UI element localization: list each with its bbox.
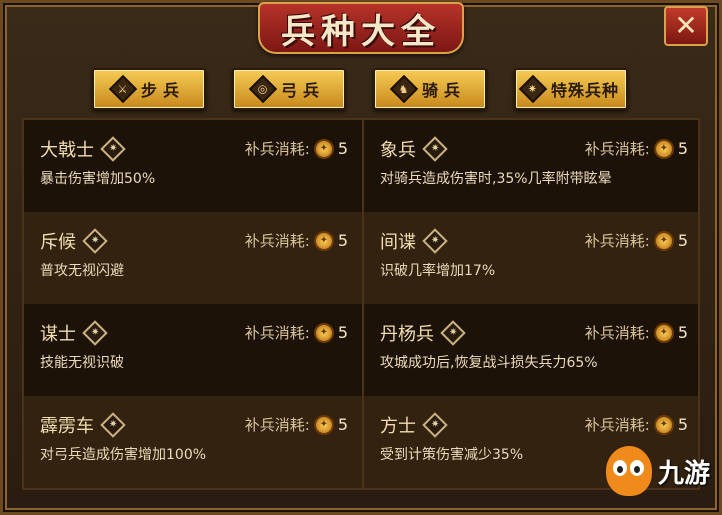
tab-label: 弓兵 xyxy=(280,81,325,100)
coin-icon: ✦ xyxy=(653,322,674,343)
star-badge-icon: ✷ xyxy=(440,320,466,346)
unit-name: 方士 xyxy=(380,416,416,437)
unit-card[interactable]: 丹杨兵 ✷ 补兵消耗: ✦ 5 攻城成功后,恢复战斗损失兵力65% xyxy=(364,304,700,396)
unit-desc: 暴击伤害增加50% xyxy=(40,171,156,187)
unit-card[interactable]: 霹雳车 ✷ 补兵消耗: ✦ 5 对弓兵造成伤害增加100% xyxy=(24,396,360,488)
tab-label: 骑兵 xyxy=(421,81,466,100)
coin-icon: ✦ xyxy=(653,230,674,251)
unit-cost: 补兵消耗: ✦ 5 xyxy=(585,414,688,435)
star-badge-icon: ✷ xyxy=(422,136,448,162)
tab-infantry[interactable]: ⚔ 步兵 xyxy=(92,68,206,110)
tab-label: 特殊兵种 xyxy=(550,81,619,100)
cost-label: 补兵消耗: xyxy=(584,416,650,434)
tab-archer[interactable]: ◎ 弓兵 xyxy=(232,68,346,110)
jiuyou-logo-icon: 九游 xyxy=(606,444,718,498)
sword-icon: ⚔ xyxy=(108,74,138,104)
unit-cost: 补兵消耗: ✦ 5 xyxy=(585,322,688,343)
unit-cost: 补兵消耗: ✦ 5 xyxy=(245,322,348,343)
unit-cost: 补兵消耗: ✦ 5 xyxy=(585,138,688,159)
cost-label: 补兵消耗: xyxy=(244,416,310,434)
unit-desc: 攻城成功后,恢复战斗损失兵力65% xyxy=(380,355,598,371)
column-divider xyxy=(362,120,364,488)
tab-cavalry[interactable]: ♞ 骑兵 xyxy=(373,68,487,110)
unit-name: 大戟士 xyxy=(40,140,94,161)
unit-list: 大戟士 ✷ 补兵消耗: ✦ 5 暴击伤害增加50% 象兵 ✷ 补兵消耗: ✦ 5 对骑兵造成… xyxy=(22,118,700,490)
coin-icon: ✦ xyxy=(313,138,334,159)
star-badge-icon: ✷ xyxy=(422,412,448,438)
unit-card[interactable]: 谋士 ✷ 补兵消耗: ✦ 5 技能无视识破 xyxy=(24,304,360,396)
star-badge-icon: ✷ xyxy=(100,136,126,162)
coin-icon: ✦ xyxy=(653,138,674,159)
cost-value: 5 xyxy=(337,139,348,158)
unit-card[interactable]: 斥候 ✷ 补兵消耗: ✦ 5 普攻无视闪避 xyxy=(24,212,360,304)
title-banner: 兵种大全 xyxy=(258,2,464,54)
list-row: 霹雳车 ✷ 补兵消耗: ✦ 5 对弓兵造成伤害增加100% 方士 ✷ 补兵消耗: ✦ 5 受… xyxy=(24,396,698,488)
unit-desc: 对骑兵造成伤害时,35%几率附带眩晕 xyxy=(380,171,612,187)
star-badge-icon: ✷ xyxy=(82,228,108,254)
unit-cost: 补兵消耗: ✦ 5 xyxy=(245,414,348,435)
cost-value: 5 xyxy=(337,231,348,250)
coin-icon: ✦ xyxy=(313,322,334,343)
cost-value: 5 xyxy=(337,323,348,342)
horse-icon: ♞ xyxy=(389,74,419,104)
list-row: 斥候 ✷ 补兵消耗: ✦ 5 普攻无视闪避 间谍 ✷ 补兵消耗: ✦ 5 识破几率增加17% xyxy=(24,212,698,304)
coin-icon: ✦ xyxy=(653,414,674,435)
star-badge-icon: ✷ xyxy=(422,228,448,254)
unit-desc: 对弓兵造成伤害增加100% xyxy=(40,447,207,463)
unit-cost: 补兵消耗: ✦ 5 xyxy=(245,230,348,251)
cost-value: 5 xyxy=(677,231,688,250)
coin-icon: ✦ xyxy=(313,414,334,435)
tab-bar: ⚔ 步兵 ◎ 弓兵 ♞ 骑兵 ✷ 特殊兵种 xyxy=(0,68,722,112)
cost-label: 补兵消耗: xyxy=(584,324,650,342)
list-row: 谋士 ✷ 补兵消耗: ✦ 5 技能无视识破 丹杨兵 ✷ 补兵消耗: ✦ 5 攻城成功后,恢复… xyxy=(24,304,698,396)
page-title: 兵种大全 xyxy=(281,11,441,52)
watermark-text: 九游 xyxy=(658,458,711,489)
star-icon: ✷ xyxy=(518,74,548,104)
list-row: 大戟士 ✷ 补兵消耗: ✦ 5 暴击伤害增加50% 象兵 ✷ 补兵消耗: ✦ 5 对骑兵造成… xyxy=(24,120,698,212)
coin-icon: ✦ xyxy=(313,230,334,251)
unit-desc: 普攻无视闪避 xyxy=(40,263,124,279)
unit-desc: 识破几率增加17% xyxy=(380,263,496,279)
mascot-icon xyxy=(606,446,652,496)
unit-name: 间谍 xyxy=(380,232,416,253)
unit-desc: 技能无视识破 xyxy=(40,355,124,371)
cost-label: 补兵消耗: xyxy=(244,140,310,158)
cost-value: 5 xyxy=(337,415,348,434)
unit-desc: 受到计策伤害减少35% xyxy=(380,447,524,463)
cost-label: 补兵消耗: xyxy=(584,140,650,158)
cost-value: 5 xyxy=(677,139,688,158)
unit-card[interactable]: 象兵 ✷ 补兵消耗: ✦ 5 对骑兵造成伤害时,35%几率附带眩晕 xyxy=(364,120,700,212)
unit-name: 象兵 xyxy=(380,140,416,161)
cost-label: 补兵消耗: xyxy=(584,232,650,250)
star-badge-icon: ✷ xyxy=(100,412,126,438)
unit-card[interactable]: 间谍 ✷ 补兵消耗: ✦ 5 识破几率增加17% xyxy=(364,212,700,304)
unit-name: 斥候 xyxy=(40,232,76,253)
bow-icon: ◎ xyxy=(248,74,278,104)
unit-name: 丹杨兵 xyxy=(380,324,434,345)
unit-cost: 补兵消耗: ✦ 5 xyxy=(245,138,348,159)
unit-name: 谋士 xyxy=(40,324,76,345)
close-button[interactable]: ✕ xyxy=(664,6,708,46)
unit-card[interactable]: 大戟士 ✷ 补兵消耗: ✦ 5 暴击伤害增加50% xyxy=(24,120,360,212)
unit-name: 霹雳车 xyxy=(40,416,94,437)
cost-value: 5 xyxy=(677,415,688,434)
star-badge-icon: ✷ xyxy=(82,320,108,346)
tab-label: 步兵 xyxy=(140,81,185,100)
cost-label: 补兵消耗: xyxy=(244,232,310,250)
cost-value: 5 xyxy=(677,323,688,342)
tab-special[interactable]: ✷ 特殊兵种 xyxy=(514,68,628,110)
close-icon: ✕ xyxy=(674,9,698,42)
cost-label: 补兵消耗: xyxy=(244,324,310,342)
unit-cost: 补兵消耗: ✦ 5 xyxy=(585,230,688,251)
